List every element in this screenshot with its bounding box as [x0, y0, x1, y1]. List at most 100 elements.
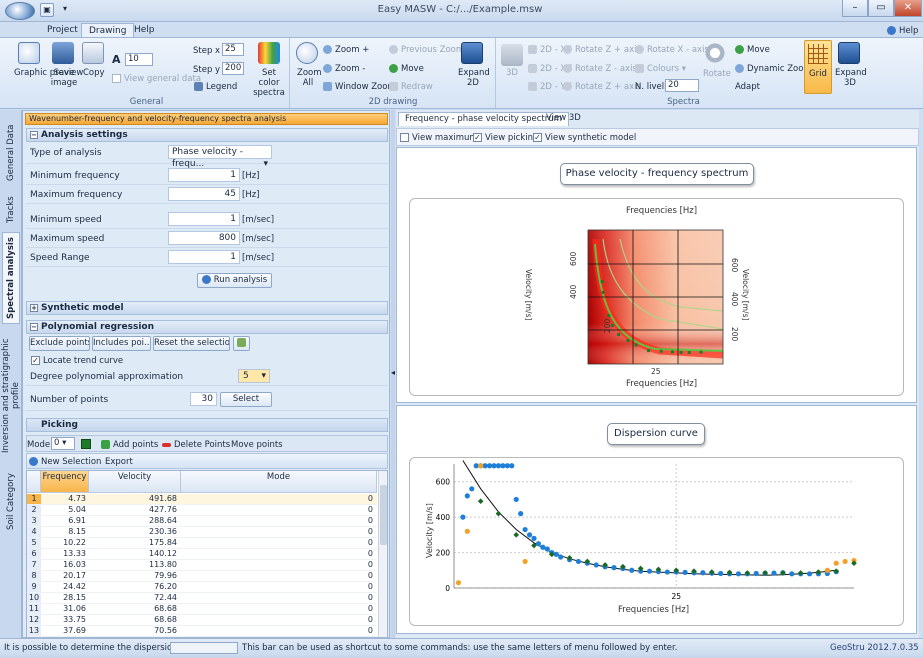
- colours-button[interactable]: Colours ▾: [635, 64, 686, 74]
- cell-frequency[interactable]: 28.15: [41, 593, 86, 603]
- cell-velocity[interactable]: 68.68: [89, 615, 177, 625]
- locate-trend-checkbox[interactable]: ✓ Locate trend curve: [31, 356, 123, 366]
- data-point[interactable]: [540, 544, 546, 550]
- rotate-z-minus-button[interactable]: Rotate Z - axis: [563, 64, 637, 74]
- move-2d-button[interactable]: Move: [389, 64, 424, 74]
- data-point[interactable]: [513, 532, 520, 538]
- cell-mode[interactable]: 0: [181, 527, 373, 537]
- data-point[interactable]: [495, 463, 502, 469]
- data-point[interactable]: [500, 463, 506, 469]
- cell-velocity[interactable]: 79.96: [89, 571, 177, 581]
- data-point[interactable]: [522, 526, 528, 533]
- cell-frequency[interactable]: 37.69: [41, 626, 86, 636]
- legend-button[interactable]: Legend: [194, 82, 237, 92]
- cell-frequency[interactable]: 5.04: [41, 505, 86, 515]
- section-analysis-settings[interactable]: − Analysis settings: [26, 128, 388, 142]
- side-tab-tracks[interactable]: Tracks: [2, 190, 20, 230]
- cell-frequency[interactable]: 4.73: [41, 494, 86, 504]
- number-of-points-input[interactable]: 30: [190, 392, 217, 406]
- add-points-button[interactable]: Add points: [101, 440, 158, 450]
- scrollbar-thumb[interactable]: [380, 485, 387, 545]
- picked-point[interactable]: [670, 350, 674, 354]
- view-synthetic-model-checkbox[interactable]: ✓ View synthetic model: [533, 133, 636, 143]
- parameter-value-input[interactable]: 800: [168, 231, 240, 245]
- data-point[interactable]: [513, 496, 519, 503]
- cell-velocity[interactable]: 288.64: [89, 516, 177, 526]
- set-color-spectra-button[interactable]: Set color spectra: [252, 68, 286, 98]
- data-point[interactable]: [544, 546, 550, 552]
- includes-points-button[interactable]: Includes poi...: [92, 336, 151, 351]
- data-point[interactable]: [509, 463, 515, 469]
- export-button[interactable]: Export: [105, 457, 133, 467]
- data-point[interactable]: [664, 569, 670, 575]
- cell-mode[interactable]: 0: [181, 560, 373, 570]
- graphic-preview-button[interactable]: Graphic preview: [14, 68, 83, 78]
- side-tab-inversion[interactable]: Inversion and stratigraphic profile: [1, 326, 21, 466]
- quick-access-dropdown-icon[interactable]: ▾: [58, 3, 72, 17]
- data-point[interactable]: [460, 514, 466, 520]
- data-point[interactable]: [735, 571, 742, 577]
- save-image-button[interactable]: Save image: [50, 68, 78, 88]
- rotate-x-plus-button[interactable]: Rotate Z + axis: [563, 82, 641, 92]
- command-shortcut-input[interactable]: [170, 642, 238, 654]
- mode-select[interactable]: 0 ▾: [51, 437, 75, 450]
- cell-velocity[interactable]: 113.80: [89, 560, 177, 570]
- data-point[interactable]: [789, 571, 795, 577]
- table-row[interactable]: 1 4.73 491.68 0: [27, 494, 377, 505]
- tab-view-3d[interactable]: View 3D: [540, 112, 587, 126]
- column-header-velocity[interactable]: Velocity: [89, 471, 181, 493]
- cell-mode[interactable]: 0: [181, 505, 373, 515]
- data-point[interactable]: [700, 570, 706, 576]
- type-of-analysis-select[interactable]: Phase velocity - frequ... ▾: [168, 145, 272, 169]
- tab-project[interactable]: Project: [40, 23, 85, 38]
- table-row[interactable]: 4 8.15 230.36 0: [27, 527, 377, 538]
- data-point[interactable]: [682, 569, 688, 576]
- cell-velocity[interactable]: 68.68: [89, 604, 177, 614]
- cell-frequency[interactable]: 13.33: [41, 549, 86, 559]
- expand-3d-button[interactable]: Expand 3D: [835, 68, 867, 88]
- cell-velocity[interactable]: 491.68: [89, 494, 177, 504]
- table-row[interactable]: 13 37.69 70.56 0: [27, 626, 377, 637]
- parameter-value-input[interactable]: 45: [168, 187, 240, 201]
- minimize-button[interactable]: –: [842, 0, 868, 17]
- step-y-input[interactable]: 200: [222, 62, 244, 75]
- rotate-button[interactable]: Rotate: [703, 69, 731, 79]
- cell-mode[interactable]: 0: [181, 615, 373, 625]
- data-point[interactable]: [486, 463, 493, 469]
- data-point[interactable]: [531, 535, 537, 541]
- cell-mode[interactable]: 0: [181, 516, 373, 526]
- data-point[interactable]: [464, 493, 470, 499]
- data-point[interactable]: [504, 463, 510, 469]
- view-picking-checkbox[interactable]: ✓ View picking: [473, 133, 538, 143]
- picked-point[interactable]: [626, 339, 630, 343]
- n-livelli-input[interactable]: 20: [665, 79, 699, 92]
- move-points-button[interactable]: Move points: [231, 440, 283, 450]
- cell-frequency[interactable]: 31.06: [41, 604, 86, 614]
- adapt-button[interactable]: Adapt: [735, 82, 760, 92]
- data-point[interactable]: [611, 565, 617, 571]
- table-row[interactable]: 8 20.17 79.96 0: [27, 571, 377, 582]
- data-point[interactable]: [575, 558, 582, 565]
- cell-mode[interactable]: 0: [181, 626, 373, 636]
- cell-mode[interactable]: 0: [181, 494, 373, 504]
- data-point[interactable]: [491, 463, 497, 469]
- picked-point[interactable]: [634, 343, 638, 347]
- table-row[interactable]: 2 5.04 427.76 0: [27, 505, 377, 516]
- data-point[interactable]: [629, 567, 635, 573]
- view-maximums-checkbox[interactable]: View maximums: [400, 133, 482, 143]
- step-x-input[interactable]: 25: [222, 43, 244, 56]
- picked-point[interactable]: [659, 349, 663, 353]
- mode-color-swatch[interactable]: [81, 439, 91, 449]
- picked-point[interactable]: [679, 350, 683, 354]
- spectrum-chart[interactable]: Frequencies [Hz] 200 400 600 Velocity [m…: [410, 199, 905, 397]
- view-general-data-checkbox[interactable]: View general data: [112, 74, 201, 84]
- data-point[interactable]: [495, 510, 502, 517]
- cell-frequency[interactable]: 20.17: [41, 571, 86, 581]
- picked-point[interactable]: [617, 333, 621, 337]
- help-link[interactable]: Help: [887, 26, 918, 36]
- cell-velocity[interactable]: 72.44: [89, 593, 177, 603]
- cell-velocity[interactable]: 230.36: [89, 527, 177, 537]
- new-selection-button[interactable]: New Selection: [29, 457, 101, 467]
- cell-mode[interactable]: 0: [181, 593, 373, 603]
- delete-points-button[interactable]: Delete Points: [162, 440, 230, 450]
